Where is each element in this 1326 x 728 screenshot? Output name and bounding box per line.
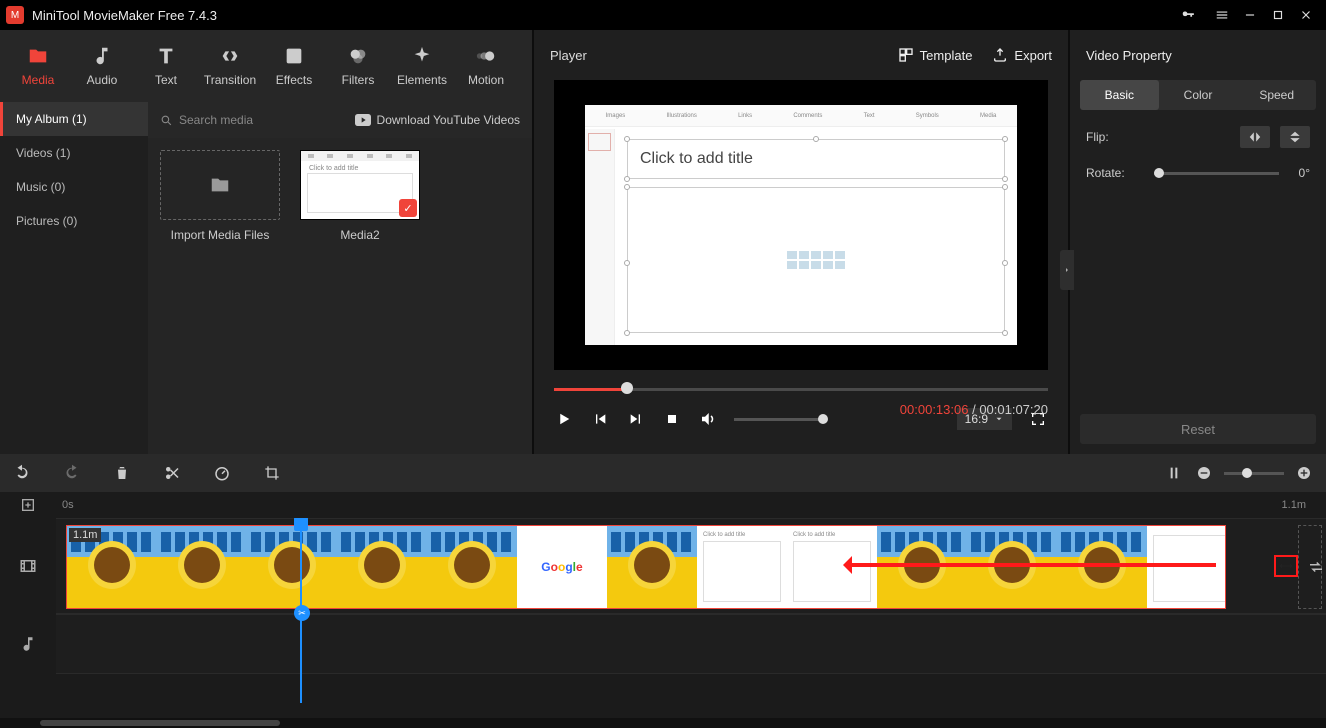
close-button[interactable] [1292, 1, 1320, 29]
sidebar-item-pictures[interactable]: Pictures (0) [0, 204, 148, 238]
prev-frame-button[interactable] [590, 409, 610, 429]
text-icon [155, 45, 177, 67]
prop-tab-basic[interactable]: Basic [1080, 80, 1159, 110]
app-logo: M [6, 6, 24, 24]
video-track-lane[interactable]: ✂ 1.1m Google Click to add title Click t… [56, 518, 1326, 614]
clip-name: Media2 [340, 228, 379, 242]
audio-track-icon [0, 614, 56, 674]
zoom-slider[interactable] [1224, 472, 1284, 475]
titlebar: M MiniTool MovieMaker Free 7.4.3 [0, 0, 1326, 30]
tab-transition[interactable]: Transition [198, 45, 262, 87]
scissors-icon[interactable]: ✂ [294, 605, 310, 621]
search-icon [160, 114, 173, 127]
time-display: 00:00:13:06 / 00:01:07:20 [900, 402, 1048, 417]
sidebar-item-music[interactable]: Music (0) [0, 170, 148, 204]
player-title: Player [550, 48, 587, 63]
folder-open-icon [207, 174, 233, 196]
timeline-ruler[interactable]: 0s 1.1m [0, 492, 1326, 518]
ruler-end: 1.1m [1282, 499, 1326, 511]
sidebar-item-videos[interactable]: Videos (1) [0, 136, 148, 170]
rotate-label: Rotate: [1086, 166, 1134, 180]
maximize-button[interactable] [1264, 1, 1292, 29]
transition-icon [219, 45, 241, 67]
clip-duration-label: 1.1m [69, 528, 101, 542]
youtube-icon [355, 114, 371, 126]
export-button[interactable]: Export [992, 47, 1052, 63]
sidebar-item-myalbum[interactable]: My Album (1) [0, 102, 148, 136]
flip-label: Flip: [1086, 130, 1134, 144]
timeline-scrollbar[interactable] [0, 718, 1326, 728]
download-youtube-button[interactable]: Download YouTube Videos [355, 113, 520, 127]
player-viewport[interactable]: ImagesIllustrationsLinksCommentsTextSymb… [554, 80, 1048, 370]
tab-audio[interactable]: Audio [70, 45, 134, 87]
property-tabs: Basic Color Speed [1080, 80, 1316, 110]
delete-button[interactable] [112, 463, 132, 483]
import-label: Import Media Files [171, 228, 270, 242]
speed-button[interactable] [212, 463, 232, 483]
rotate-slider[interactable] [1154, 172, 1279, 175]
zoom-out-button[interactable] [1194, 463, 1214, 483]
motion-icon [475, 45, 497, 67]
check-icon: ✓ [399, 199, 417, 217]
upgrade-key-icon[interactable] [1174, 1, 1202, 29]
folder-icon [27, 45, 49, 67]
flip-vertical-button[interactable] [1280, 126, 1310, 148]
reset-button[interactable]: Reset [1080, 414, 1316, 444]
panel-expand-handle[interactable] [1060, 250, 1074, 290]
audio-track-lane[interactable] [56, 614, 1326, 674]
zoom-in-button[interactable] [1294, 463, 1314, 483]
rotate-value: 0° [1299, 166, 1310, 180]
import-media-card[interactable]: Import Media Files [160, 150, 280, 242]
property-title: Video Property [1086, 48, 1172, 63]
tab-text[interactable]: Text [134, 45, 198, 87]
sparkle-icon [411, 45, 433, 67]
play-button[interactable] [554, 409, 574, 429]
template-icon [898, 47, 914, 63]
video-track-icon [0, 518, 56, 614]
effects-icon [283, 45, 305, 67]
timeline-snap-icon[interactable] [1164, 463, 1184, 483]
next-frame-button[interactable] [626, 409, 646, 429]
media-clip-card[interactable]: Click to add title ✓ Media2 [300, 150, 420, 242]
media-sidebar: My Album (1) Videos (1) Music (0) Pictur… [0, 102, 148, 454]
crop-button[interactable] [262, 463, 282, 483]
transition-swap-icon[interactable] [1306, 557, 1326, 577]
annotation-arrow [846, 563, 1216, 567]
music-note-icon [91, 45, 113, 67]
ruler-start: 0s [56, 499, 74, 511]
minimize-button[interactable] [1236, 1, 1264, 29]
timeline-clip[interactable]: 1.1m Google Click to add title Click to … [66, 525, 1226, 609]
search-input[interactable]: Search media [160, 113, 300, 127]
split-button[interactable] [162, 463, 182, 483]
stop-button[interactable] [662, 409, 682, 429]
tab-elements[interactable]: Elements [390, 45, 454, 87]
tab-motion[interactable]: Motion [454, 45, 518, 87]
annotation-resize-cursor [1274, 555, 1298, 577]
main-toolbar: Media Audio Text Transition Effects [0, 30, 532, 102]
undo-button[interactable] [12, 463, 32, 483]
tab-filters[interactable]: Filters [326, 45, 390, 87]
redo-button[interactable] [62, 463, 82, 483]
slide-title-text: Click to add title [640, 150, 753, 168]
export-icon [992, 47, 1008, 63]
volume-icon[interactable] [698, 409, 718, 429]
flip-horizontal-button[interactable] [1240, 126, 1270, 148]
seek-bar[interactable] [554, 384, 1048, 394]
prop-tab-color[interactable]: Color [1159, 80, 1238, 110]
filters-icon [347, 45, 369, 67]
tab-effects[interactable]: Effects [262, 45, 326, 87]
app-title: MiniTool MovieMaker Free 7.4.3 [32, 8, 217, 23]
menu-icon[interactable] [1208, 1, 1236, 29]
template-button[interactable]: Template [898, 47, 973, 63]
volume-slider[interactable] [734, 418, 824, 421]
prop-tab-speed[interactable]: Speed [1237, 80, 1316, 110]
add-track-icon[interactable] [20, 497, 36, 513]
tab-media[interactable]: Media [6, 45, 70, 87]
